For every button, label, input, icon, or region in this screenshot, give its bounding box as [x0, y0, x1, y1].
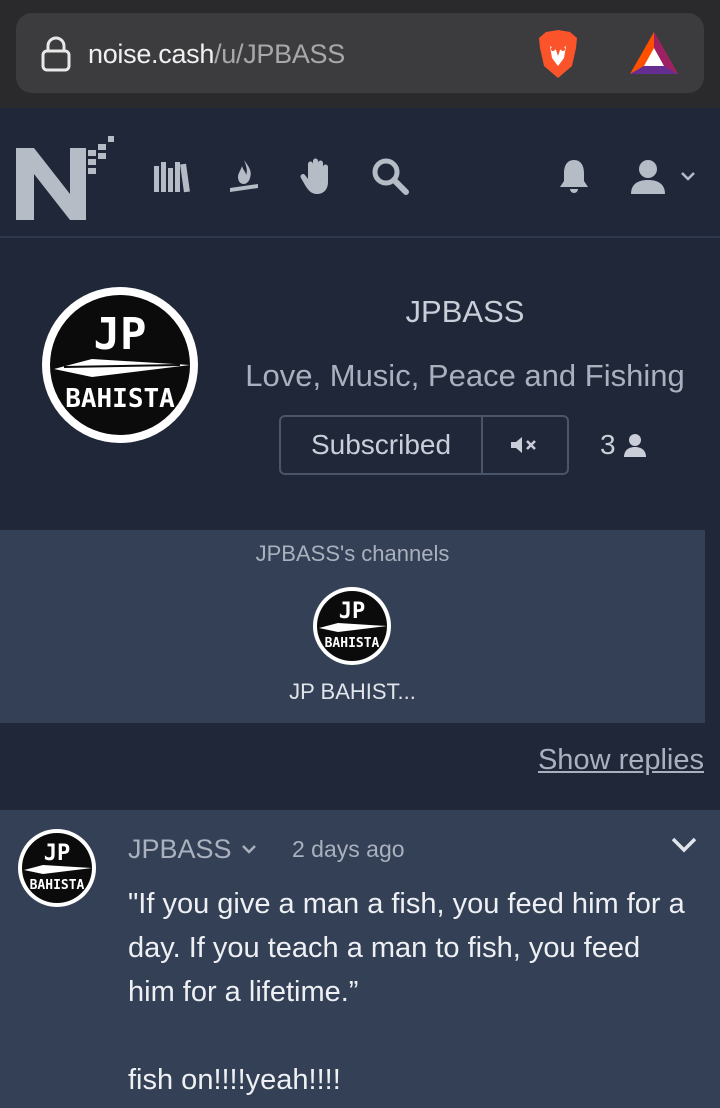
bell-icon[interactable] [554, 156, 594, 196]
channel-avatar[interactable]: JP BAHISTA [312, 586, 392, 666]
app-nav [0, 108, 720, 238]
mute-button[interactable] [483, 417, 567, 473]
profile-header: JP BAHISTA JPBASS Love, Music, Peace and… [0, 240, 720, 530]
books-icon[interactable] [152, 156, 192, 196]
post-body: "If you give a man a fish, you feed him … [128, 888, 685, 1096]
channel-name[interactable]: JP BAHIST... [0, 678, 705, 706]
lock-icon [41, 36, 71, 72]
url-host: noise.cash [88, 39, 215, 69]
search-icon[interactable] [370, 156, 410, 196]
mute-icon [511, 437, 536, 453]
chevron-down-icon[interactable] [678, 166, 698, 186]
subscribed-button[interactable]: Subscribed [281, 417, 483, 473]
show-replies-link[interactable]: Show replies [538, 742, 704, 778]
svg-text:JP: JP [44, 841, 71, 866]
profile-username: JPBASS [405, 294, 525, 329]
subscribe-group: Subscribed [279, 415, 569, 475]
channels-title: JPBASS's channels [255, 541, 450, 566]
noise-logo[interactable] [14, 124, 114, 224]
bat-icon[interactable] [628, 30, 680, 76]
url-path: /u/JPBASS [214, 39, 345, 69]
svg-text:BAHISTA: BAHISTA [325, 636, 380, 651]
url-text[interactable]: noise.cash/u/JPBASS [88, 36, 345, 72]
svg-text:JP: JP [94, 309, 147, 360]
svg-text:BAHISTA: BAHISTA [65, 384, 175, 414]
post-author-name: JPBASS [128, 834, 232, 864]
subscriber-count: 3 [600, 428, 648, 462]
channels-panel: JPBASS's channels JP BAHISTA JP BAHIST..… [0, 530, 705, 723]
subscriber-count-value: 3 [600, 429, 616, 460]
svg-text:BAHISTA: BAHISTA [30, 878, 85, 893]
brave-icon[interactable] [536, 28, 580, 80]
chevron-down-icon [241, 845, 256, 854]
fire-icon[interactable] [224, 156, 264, 196]
avatar[interactable]: JP BAHISTA [40, 285, 200, 445]
chevron-down-icon[interactable] [668, 828, 700, 860]
avatar[interactable]: JP BAHISTA [17, 828, 97, 908]
hand-icon[interactable] [298, 156, 338, 196]
post-card: JP BAHISTA JPBASS 2 days ago "If you giv… [0, 810, 720, 1108]
user-icon[interactable] [628, 156, 668, 196]
profile-bio: Love, Music, Peace and Fishing [245, 358, 685, 393]
post-timestamp[interactable]: 2 days ago [292, 832, 405, 866]
browser-toolbar: noise.cash/u/JPBASS [0, 0, 720, 108]
svg-text:JP: JP [339, 599, 366, 624]
user-icon [623, 434, 646, 457]
post-author[interactable]: JPBASS [128, 832, 258, 866]
